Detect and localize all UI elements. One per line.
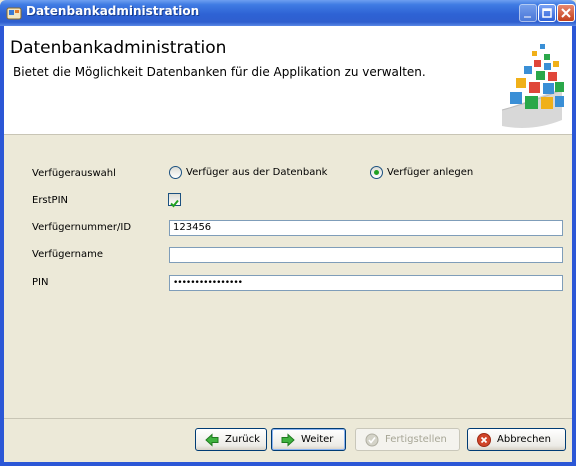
radio-circle[interactable]	[169, 166, 182, 179]
window-border-bottom	[0, 462, 576, 466]
cancel-button-label: Abbrechen	[497, 434, 551, 445]
radio-label: Verfüger anlegen	[387, 167, 474, 178]
back-button-label: Zurück	[225, 434, 260, 445]
app-icon	[6, 7, 22, 20]
pin-input[interactable]: ••••••••••••••••	[169, 275, 563, 291]
maximize-button[interactable]	[538, 4, 556, 22]
finish-button[interactable]: Fertigstellen	[355, 428, 460, 451]
erstpin-checkbox[interactable]	[168, 193, 181, 208]
back-button[interactable]: Zurück	[195, 428, 267, 451]
check-circle-icon	[365, 433, 379, 447]
finish-button-label: Fertigstellen	[385, 434, 447, 445]
page-title: Datenbankadministration	[10, 38, 227, 58]
next-button-label: Weiter	[301, 434, 334, 445]
verfuegername-input[interactable]	[169, 247, 563, 263]
cancel-button[interactable]: Abbrechen	[467, 428, 566, 451]
arrow-left-icon	[205, 433, 219, 447]
radio-circle[interactable]	[370, 166, 383, 179]
erstpin-label: ErstPIN	[32, 195, 69, 206]
wizard-window: Datenbankadministration Datenbankadminis…	[0, 0, 576, 466]
radio-label: Verfüger aus der Datenbank	[186, 167, 328, 178]
window-title: Datenbankadministration	[26, 4, 200, 18]
verfuegernummer-label: Verfügernummer/ID	[32, 222, 132, 233]
verfuegername-label: Verfügername	[32, 249, 103, 260]
wizard-header: Datenbankadministration Bietet die Mögli…	[4, 26, 572, 135]
radio-verfueger-datenbank[interactable]: Verfüger aus der Datenbank	[169, 166, 359, 182]
radio-selected-dot	[374, 170, 379, 175]
database-cubes-icon	[501, 44, 564, 128]
pin-label: PIN	[32, 277, 49, 288]
minimize-button[interactable]	[519, 4, 537, 22]
title-bar[interactable]: Datenbankadministration	[0, 0, 576, 26]
cancel-x-icon	[477, 433, 491, 447]
window-border-right	[572, 26, 576, 466]
next-button[interactable]: Weiter	[271, 428, 346, 451]
arrow-right-icon	[281, 433, 295, 447]
checkmark-icon	[170, 199, 179, 208]
close-button[interactable]	[557, 4, 575, 22]
page-description: Bietet die Möglichkeit Datenbanken für d…	[13, 65, 426, 79]
verfuegernummer-input[interactable]: 123456	[169, 220, 563, 236]
verfuegerauswahl-label: Verfügerauswahl	[32, 168, 116, 179]
radio-verfueger-anlegen[interactable]: Verfüger anlegen	[370, 166, 500, 182]
window-border-left	[0, 26, 4, 466]
